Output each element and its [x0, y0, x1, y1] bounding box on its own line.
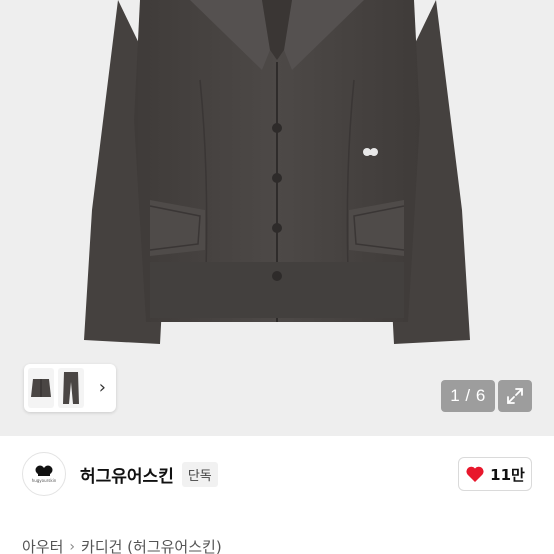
brand-emblem-icon: [35, 465, 53, 476]
expand-button[interactable]: [498, 380, 532, 412]
product-detail-screen: › 1 / 6 hugyourskin 허그유어스킨 단독 11만 아우터 › …: [0, 0, 554, 554]
brand-logo[interactable]: hugyourskin: [22, 452, 66, 496]
image-counter: 1 / 6: [441, 380, 495, 412]
like-button[interactable]: 11만: [458, 457, 532, 491]
thumbnail-strip[interactable]: ›: [24, 364, 116, 412]
expand-icon: [507, 388, 523, 404]
exclusive-badge: 단독: [181, 461, 218, 487]
chevron-right-icon[interactable]: ›: [99, 379, 106, 397]
brand-logo-text: hugyourskin: [31, 478, 57, 483]
brand-row: hugyourskin 허그유어스킨 단독 11만: [0, 436, 554, 512]
breadcrumb-item-cardigan[interactable]: 카디건 (허그유어스킨): [81, 536, 222, 554]
like-count: 11만: [490, 465, 525, 484]
thumbnail-cardigan[interactable]: [28, 368, 54, 408]
heart-icon: [466, 466, 484, 482]
breadcrumb-item-outer[interactable]: 아우터: [22, 536, 63, 554]
brand-name[interactable]: 허그유어스킨: [80, 462, 174, 487]
thumbnail-pants[interactable]: [58, 368, 84, 408]
chevron-right-icon: ›: [69, 538, 76, 554]
breadcrumb: 아우터 › 카디건 (허그유어스킨): [22, 536, 222, 554]
